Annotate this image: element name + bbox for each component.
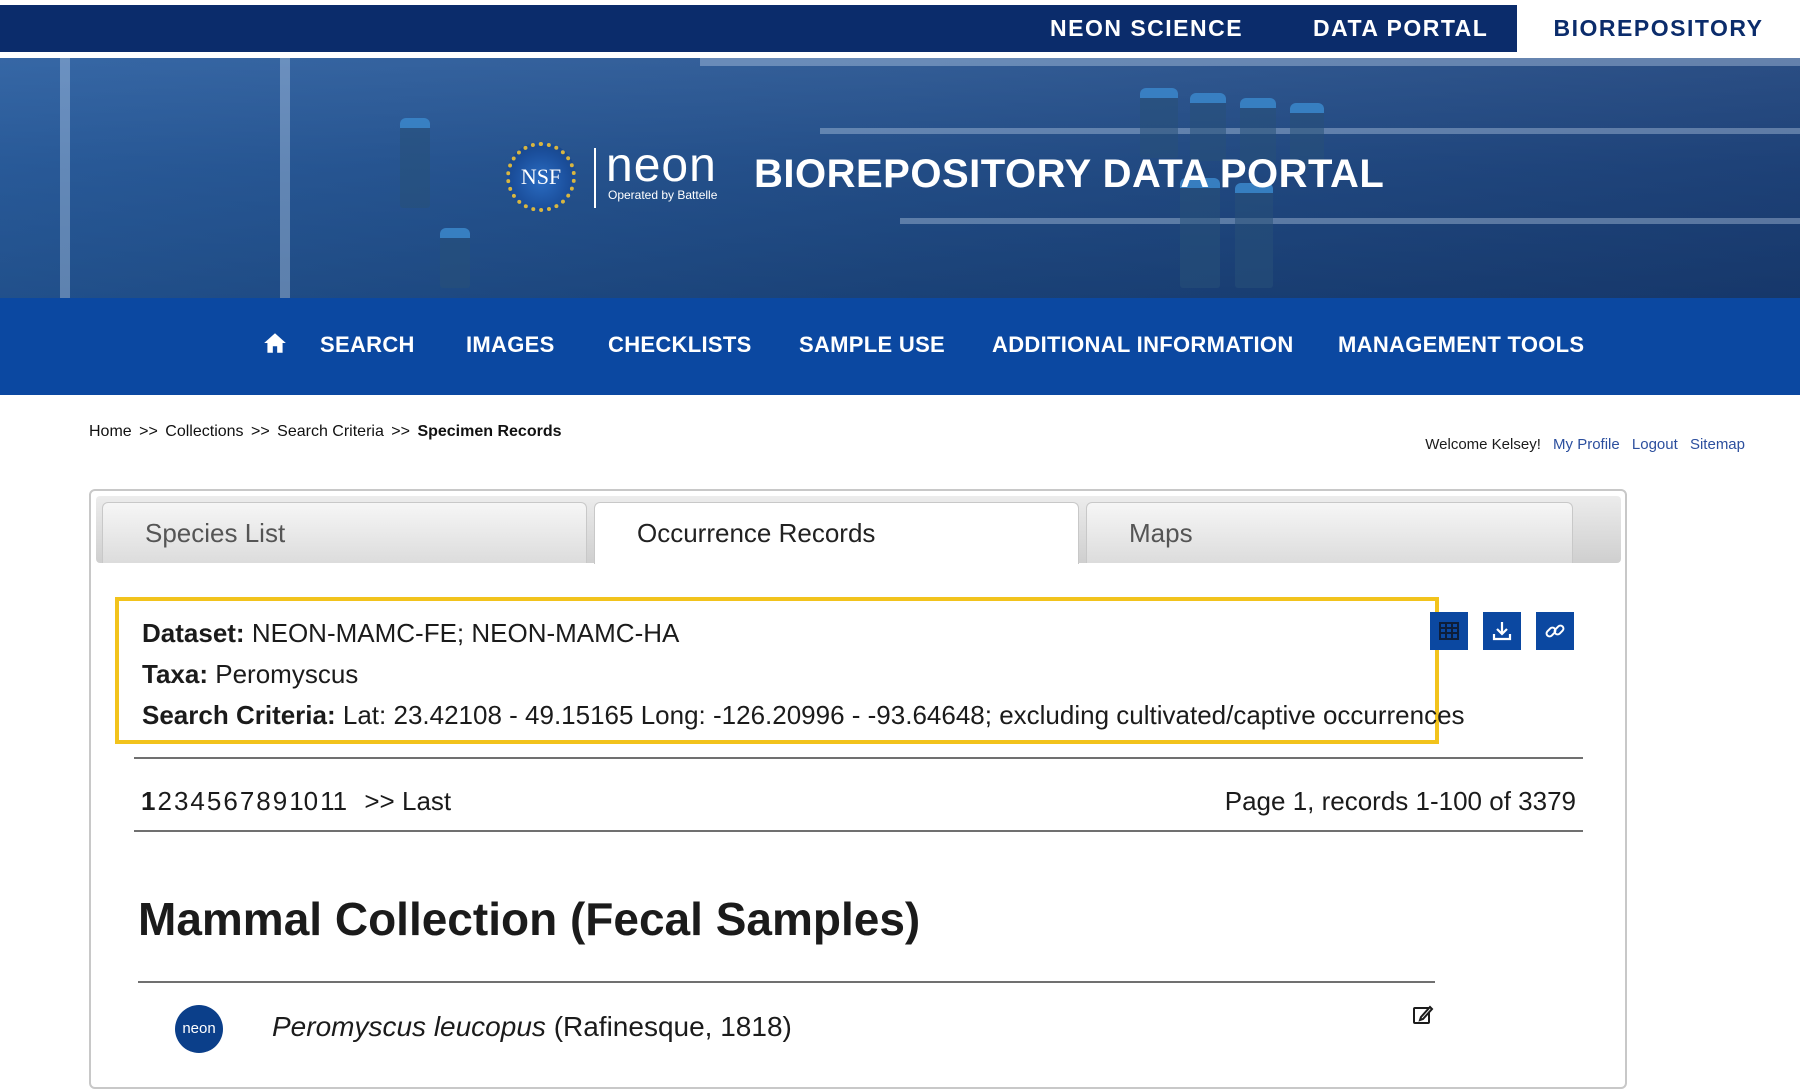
scientific-name: Peromyscus leucopus (272, 1011, 546, 1042)
breadcrumb: Home >> Collections >> Search Criteria >… (89, 423, 562, 441)
neon-logo[interactable]: neon (606, 140, 717, 192)
page-link-3[interactable]: 3 (174, 786, 188, 816)
top-nav-neon-science[interactable]: NEON SCIENCE (1050, 5, 1243, 52)
page-link-6[interactable]: 6 (223, 786, 237, 816)
page-link-8[interactable]: 8 (256, 786, 270, 816)
page-link-11[interactable]: 11 (320, 786, 347, 816)
user-bar: Welcome Kelsey! My Profile Logout Sitema… (1425, 436, 1745, 453)
tab-bar: Species List Occurrence Records Maps (96, 496, 1621, 564)
edit-icon[interactable] (1411, 1003, 1435, 1027)
banner-bottle (1235, 183, 1273, 288)
pagination: 1234567891011 >> Last (141, 786, 451, 817)
nsf-logo[interactable]: NSF (506, 142, 576, 212)
search-criteria-line: Search Criteria: Lat: 23.42108 - 49.1516… (142, 695, 1465, 736)
tab-maps[interactable]: Maps (1086, 502, 1573, 563)
dataset-label: Dataset: (142, 618, 245, 648)
page-link-1[interactable]: 1 (141, 786, 155, 816)
banner-shelf (700, 58, 1800, 66)
nav-management-tools[interactable]: MANAGEMENT TOOLS (1338, 332, 1584, 358)
nav-additional-information[interactable]: ADDITIONAL INFORMATION (992, 332, 1294, 358)
page-link-4[interactable]: 4 (190, 786, 204, 816)
top-nav: NEON SCIENCE DATA PORTAL BIOREPOSITORY (0, 5, 1800, 52)
breadcrumb-current: Specimen Records (417, 423, 562, 440)
top-nav-biorepository[interactable]: BIOREPOSITORY (1517, 5, 1800, 52)
top-nav-data-portal[interactable]: DATA PORTAL (1313, 5, 1488, 52)
nav-images[interactable]: IMAGES (466, 332, 555, 358)
banner-bottle (440, 228, 470, 288)
top-bar: NEON SCIENCE DATA PORTAL BIOREPOSITORY (0, 0, 1800, 58)
breadcrumb-separator: >> (391, 423, 410, 440)
table-icon (1439, 622, 1459, 640)
nav-checklists[interactable]: CHECKLISTS (608, 332, 752, 358)
taxa-label: Taxa: (142, 659, 208, 689)
record-name[interactable]: Peromyscus leucopus (Rafinesque, 1818) (272, 1011, 792, 1043)
home-icon[interactable] (262, 330, 288, 356)
download-icon (1492, 622, 1512, 641)
download-button[interactable] (1483, 612, 1521, 650)
page-link-10[interactable]: 10 (289, 786, 318, 816)
next-pages-link[interactable]: >> (364, 786, 394, 816)
breadcrumb-collections[interactable]: Collections (165, 423, 243, 440)
logo-divider (594, 148, 596, 208)
divider (138, 981, 1435, 983)
nav-sample-use[interactable]: SAMPLE USE (799, 332, 945, 358)
divider (134, 757, 1583, 759)
page-info: Page 1, records 1-100 of 3379 (1224, 786, 1576, 816)
link-icon (1545, 624, 1565, 638)
banner-shelf (280, 58, 290, 298)
banner-shelf (60, 58, 70, 298)
banner-bottle (400, 118, 430, 208)
taxa-value: Peromyscus (215, 659, 359, 689)
breadcrumb-search-criteria[interactable]: Search Criteria (277, 423, 384, 440)
collection-logo: neon (175, 1005, 223, 1053)
breadcrumb-home[interactable]: Home (89, 423, 132, 440)
search-criteria-box: Dataset: NEON-MAMC-FE; NEON-MAMC-HA Taxa… (115, 597, 1465, 744)
taxa-line: Taxa: Peromyscus (142, 654, 1435, 695)
copy-link-button[interactable] (1536, 612, 1574, 650)
header-banner: NSF neon Operated by Battelle BIOREPOSIT… (0, 58, 1800, 298)
welcome-text: Welcome Kelsey! (1425, 436, 1541, 453)
page-link-2[interactable]: 2 (157, 786, 171, 816)
main-nav: SEARCH IMAGES CHECKLISTS SAMPLE USE ADDI… (0, 298, 1800, 395)
page-link-7[interactable]: 7 (240, 786, 254, 816)
tab-occurrence-records[interactable]: Occurrence Records (594, 502, 1079, 564)
logout-link[interactable]: Logout (1632, 436, 1678, 453)
collection-title: Mammal Collection (Fecal Samples) (138, 893, 921, 945)
banner-shelf (900, 218, 1800, 224)
dataset-value: NEON-MAMC-FE; NEON-MAMC-HA (251, 618, 680, 648)
search-criteria-label: Search Criteria: (142, 700, 336, 730)
page-link-5[interactable]: 5 (207, 786, 221, 816)
last-page-link[interactable]: Last (402, 786, 451, 816)
breadcrumb-separator: >> (139, 423, 158, 440)
neon-logo-subtext: Operated by Battelle (608, 188, 718, 202)
divider (134, 830, 1583, 832)
nav-search[interactable]: SEARCH (320, 332, 415, 358)
sitemap-link[interactable]: Sitemap (1690, 436, 1745, 453)
page-link-9[interactable]: 9 (273, 786, 287, 816)
table-view-button[interactable] (1430, 612, 1468, 650)
banner-bottle (1140, 88, 1178, 158)
my-profile-link[interactable]: My Profile (1553, 436, 1620, 453)
tab-species-list[interactable]: Species List (102, 502, 587, 563)
banner-bottle (1190, 93, 1226, 161)
page-title: BIOREPOSITORY DATA PORTAL (754, 152, 1385, 196)
dataset-line: Dataset: NEON-MAMC-FE; NEON-MAMC-HA (142, 613, 1435, 654)
author-citation: (Rafinesque, 1818) (553, 1011, 792, 1042)
breadcrumb-separator: >> (251, 423, 270, 440)
search-criteria-value: Lat: 23.42108 - 49.15165 Long: -126.2099… (342, 700, 1465, 730)
